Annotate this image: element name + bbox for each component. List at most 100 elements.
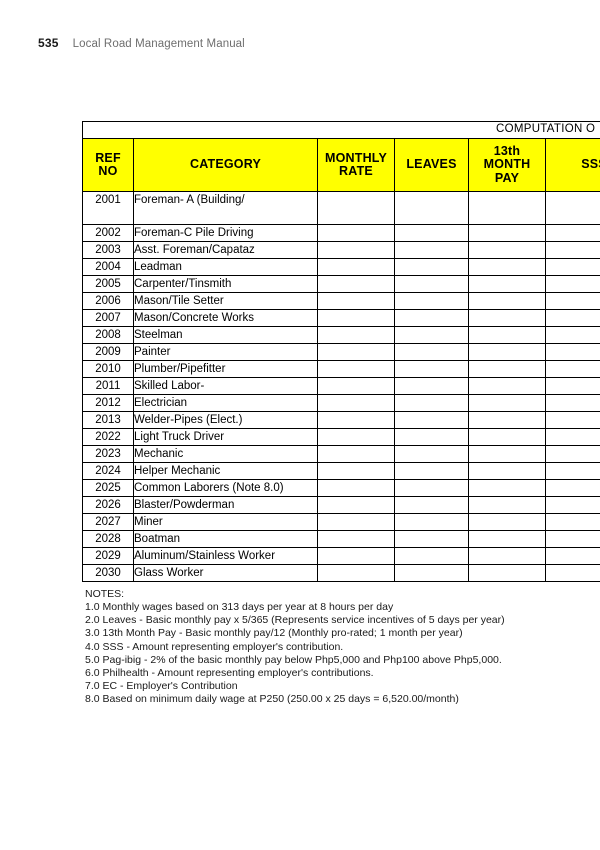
cell-sss xyxy=(544,224,600,242)
cell-13th-month-pay xyxy=(468,326,546,344)
note-item: 7.0 EC - Employer's Contribution xyxy=(85,680,238,693)
notes-section: NOTES: 1.0 Monthly wages based on 313 da… xyxy=(85,588,585,707)
table-row: 2026 Blaster/Powderman xyxy=(82,496,600,514)
cell-sss xyxy=(544,564,600,582)
notes-heading: NOTES: xyxy=(85,588,125,600)
cell-ref-no: 2005 xyxy=(82,275,134,293)
cell-leaves xyxy=(394,326,469,344)
cell-ref-no: 2010 xyxy=(82,360,134,378)
cell-monthly-rate xyxy=(317,445,395,463)
cell-category: Mason/Tile Setter xyxy=(133,292,318,310)
sss-label: SSS xyxy=(581,157,600,172)
cell-category: Glass Worker xyxy=(133,564,318,582)
cell-monthly-rate xyxy=(317,547,395,565)
cell-monthly-rate xyxy=(317,258,395,276)
cell-monthly-rate xyxy=(317,360,395,378)
thirteenth-line2: MONTH xyxy=(483,157,531,172)
note-item: 4.0 SSS - Amount representing employer's… xyxy=(85,640,344,653)
table-banner-row: COMPUTATION O xyxy=(81,121,600,139)
column-header-leaves: LEAVES xyxy=(394,138,469,192)
cell-monthly-rate xyxy=(317,326,395,344)
cell-leaves xyxy=(394,530,469,548)
cell-sss xyxy=(544,258,600,276)
cell-13th-month-pay xyxy=(468,530,546,548)
computation-banner-label: COMPUTATION O xyxy=(496,123,596,135)
cell-category: Helper Mechanic xyxy=(133,462,318,480)
cell-sss xyxy=(544,241,600,259)
table-row: 2005 Carpenter/Tinsmith xyxy=(82,275,600,293)
cell-13th-month-pay xyxy=(468,462,546,480)
cell-monthly-rate xyxy=(317,530,395,548)
cell-13th-month-pay xyxy=(468,411,546,429)
cell-category: Boatman xyxy=(133,530,318,548)
cell-sss xyxy=(544,360,600,378)
cell-ref-no: 2004 xyxy=(82,258,134,276)
ref-no-line2: NO xyxy=(98,164,118,178)
wage-computation-table: COMPUTATION O REF NO CATEGORY MONTHLY RA… xyxy=(81,121,600,582)
cell-category: Skilled Labor- xyxy=(133,377,318,395)
cell-sss xyxy=(544,547,600,565)
cell-ref-no: 2024 xyxy=(82,462,134,480)
cell-sss xyxy=(544,343,600,361)
cell-ref-no: 2011 xyxy=(82,377,134,395)
note-item: 8.0 Based on minimum daily wage at P250 … xyxy=(85,693,459,706)
cell-13th-month-pay xyxy=(468,496,546,514)
cell-monthly-rate xyxy=(317,292,395,310)
cell-13th-month-pay xyxy=(468,241,546,259)
cell-ref-no: 2001 xyxy=(82,191,134,225)
cell-category: Asst. Foreman/Capataz xyxy=(133,241,318,259)
cell-sss xyxy=(544,326,600,344)
monthly-line1: MONTHLY xyxy=(324,150,388,165)
cell-monthly-rate xyxy=(317,462,395,480)
cell-13th-month-pay xyxy=(468,394,546,412)
cell-13th-month-pay xyxy=(468,479,546,497)
cell-ref-no: 2003 xyxy=(82,241,134,259)
cell-13th-month-pay xyxy=(468,275,546,293)
cell-sss xyxy=(544,377,600,395)
table-row: 2001 Foreman- A (Building/ xyxy=(82,191,600,225)
cell-sss xyxy=(544,428,600,446)
column-header-category: CATEGORY xyxy=(133,138,318,192)
table-row: 2009 Painter xyxy=(82,343,600,361)
table-row: 2028 Boatman xyxy=(82,530,600,548)
cell-leaves xyxy=(394,241,469,259)
wage-table-container: COMPUTATION O REF NO CATEGORY MONTHLY RA… xyxy=(81,121,600,582)
table-row: 2010 Plumber/Pipefitter xyxy=(82,360,600,378)
cell-sss xyxy=(544,530,600,548)
cell-category: Carpenter/Tinsmith xyxy=(133,275,318,293)
table-body: COMPUTATION O REF NO CATEGORY MONTHLY RA… xyxy=(81,121,600,582)
column-header-13th-month-pay: 13th MONTH PAY xyxy=(468,138,546,192)
cell-monthly-rate xyxy=(317,241,395,259)
table-row: 2004 Leadman xyxy=(82,258,600,276)
cell-sss xyxy=(544,292,600,310)
cell-ref-no: 2009 xyxy=(82,343,134,361)
cell-monthly-rate xyxy=(317,428,395,446)
cell-leaves xyxy=(394,191,469,225)
table-row: 2008 Steelman xyxy=(82,326,600,344)
cell-leaves xyxy=(394,513,469,531)
note-item: 6.0 Philhealth - Amount representing emp… xyxy=(85,667,374,680)
cell-monthly-rate xyxy=(317,394,395,412)
cell-category: Plumber/Pipefitter xyxy=(133,360,318,378)
cell-ref-no: 2025 xyxy=(82,479,134,497)
cell-category: Electrician xyxy=(133,394,318,412)
cell-ref-no: 2029 xyxy=(82,547,134,565)
column-header-sss: SSS xyxy=(544,138,600,192)
cell-category: Steelman xyxy=(133,326,318,344)
cell-ref-no: 2022 xyxy=(82,428,134,446)
table-row: 2025 Common Laborers (Note 8.0) xyxy=(82,479,600,497)
table-row: 2012 Electrician xyxy=(82,394,600,412)
thirteenth-line3: PAY xyxy=(494,170,520,185)
cell-category: Foreman- A (Building/ xyxy=(133,191,318,225)
cell-leaves xyxy=(394,224,469,242)
cell-category: Light Truck Driver xyxy=(133,428,318,446)
cell-category: Blaster/Powderman xyxy=(133,496,318,514)
cell-ref-no: 2002 xyxy=(82,224,134,242)
cell-ref-no: 2013 xyxy=(82,411,134,429)
cell-monthly-rate xyxy=(317,191,395,225)
notes-list: 1.0 Monthly wages based on 313 days per … xyxy=(85,601,585,707)
table-header-row: REF NO CATEGORY MONTHLY RATE LEAVES 13th… xyxy=(82,138,600,192)
cell-leaves xyxy=(394,309,469,327)
cell-sss xyxy=(544,309,600,327)
cell-category: Leadman xyxy=(133,258,318,276)
